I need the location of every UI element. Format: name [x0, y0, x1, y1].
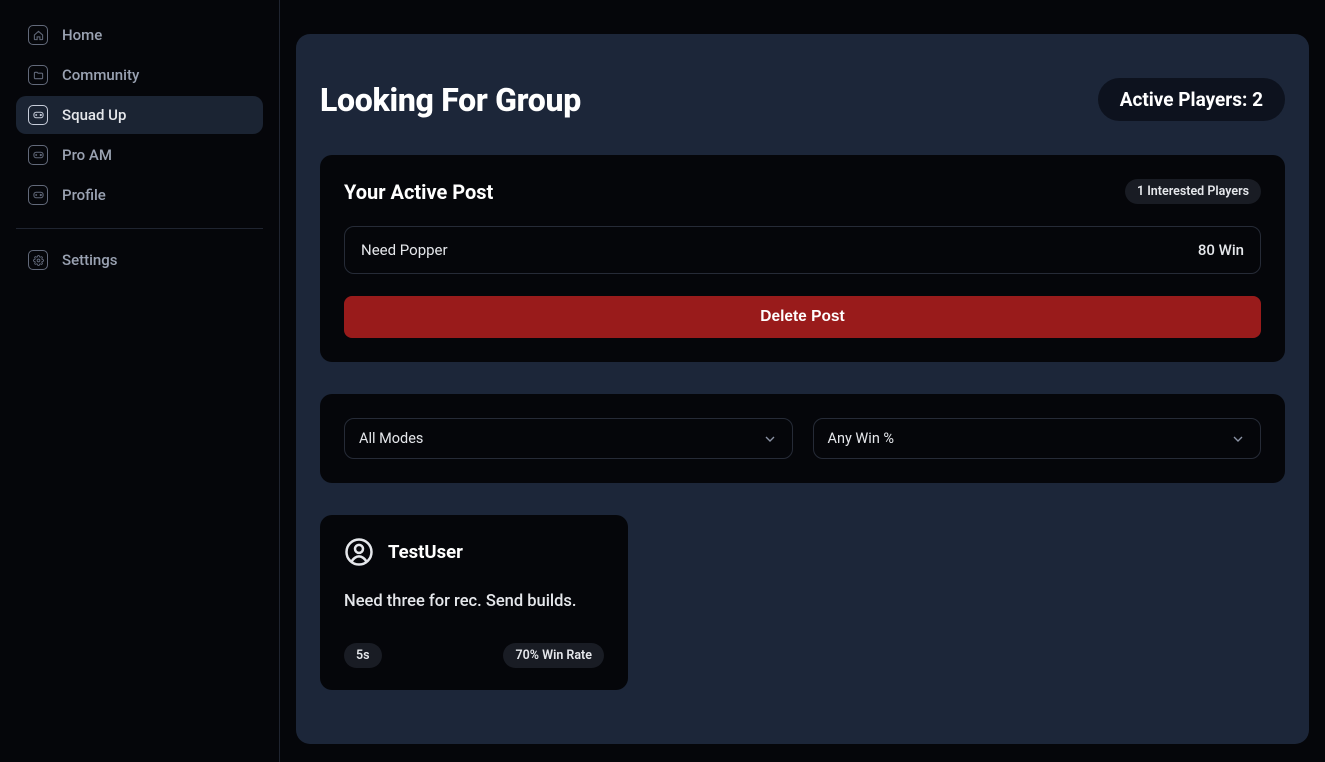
sidebar-item-community[interactable]: Community [16, 56, 263, 94]
active-post-text: Need Popper [361, 241, 448, 259]
gamepad-icon [28, 105, 48, 125]
sidebar-item-label: Home [62, 26, 102, 44]
page-title: Looking For Group [320, 81, 581, 119]
gamepad-icon [28, 185, 48, 205]
active-post-header: Your Active Post 1 Interested Players [344, 179, 1261, 204]
chevron-down-icon [762, 431, 778, 447]
filters-row: All Modes Any Win % [344, 418, 1261, 459]
active-post-row[interactable]: Need Popper 80 Win [344, 226, 1261, 274]
folder-icon [28, 65, 48, 85]
sidebar-item-label: Pro AM [62, 146, 112, 164]
sidebar-item-pro-am[interactable]: Pro AM [16, 136, 263, 174]
results-grid: TestUser Need three for rec. Send builds… [320, 515, 1285, 690]
active-post-win: 80 Win [1198, 241, 1244, 259]
lfg-post-body: Need three for rec. Send builds. [344, 589, 604, 615]
sidebar-item-label: Profile [62, 186, 106, 204]
main-scroll[interactable]: Looking For Group Active Players: 2 Your… [280, 0, 1325, 762]
lfg-post-username: TestUser [388, 541, 463, 563]
sidebar-item-label: Squad Up [62, 106, 126, 124]
interested-players-badge: 1 Interested Players [1125, 179, 1261, 204]
mode-select[interactable]: All Modes [344, 418, 793, 459]
sidebar: Home Community Squad Up Pro AM Profile [0, 0, 280, 762]
winrate-select[interactable]: Any Win % [813, 418, 1262, 459]
mode-badge: 5s [344, 643, 382, 668]
sidebar-secondary: Settings [8, 241, 271, 281]
sidebar-item-label: Community [62, 66, 139, 84]
sidebar-item-squad-up[interactable]: Squad Up [16, 96, 263, 134]
active-post-card: Your Active Post 1 Interested Players Ne… [320, 155, 1285, 362]
active-players-badge: Active Players: 2 [1098, 78, 1285, 121]
lfg-post-footer: 5s 70% Win Rate [344, 643, 604, 668]
sidebar-item-profile[interactable]: Profile [16, 176, 263, 214]
sidebar-primary: Home Community Squad Up Pro AM Profile [8, 16, 271, 216]
chevron-down-icon [1230, 431, 1246, 447]
filters-card: All Modes Any Win % [320, 394, 1285, 483]
sidebar-divider [16, 228, 263, 229]
active-post-title: Your Active Post [344, 180, 493, 204]
main-panel: Looking For Group Active Players: 2 Your… [296, 34, 1309, 744]
sidebar-item-label: Settings [62, 251, 118, 269]
gamepad-icon [28, 145, 48, 165]
user-avatar-icon [344, 537, 374, 567]
sidebar-item-home[interactable]: Home [16, 16, 263, 54]
sidebar-item-settings[interactable]: Settings [16, 241, 263, 279]
mode-select-value: All Modes [359, 430, 423, 447]
delete-post-button[interactable]: Delete Post [344, 296, 1261, 338]
lfg-post-header: TestUser [344, 537, 604, 567]
home-icon [28, 25, 48, 45]
lfg-post-card[interactable]: TestUser Need three for rec. Send builds… [320, 515, 628, 690]
winrate-select-value: Any Win % [828, 430, 895, 447]
page-header: Looking For Group Active Players: 2 [320, 78, 1285, 121]
winrate-badge: 70% Win Rate [503, 643, 604, 668]
gear-icon [28, 250, 48, 270]
